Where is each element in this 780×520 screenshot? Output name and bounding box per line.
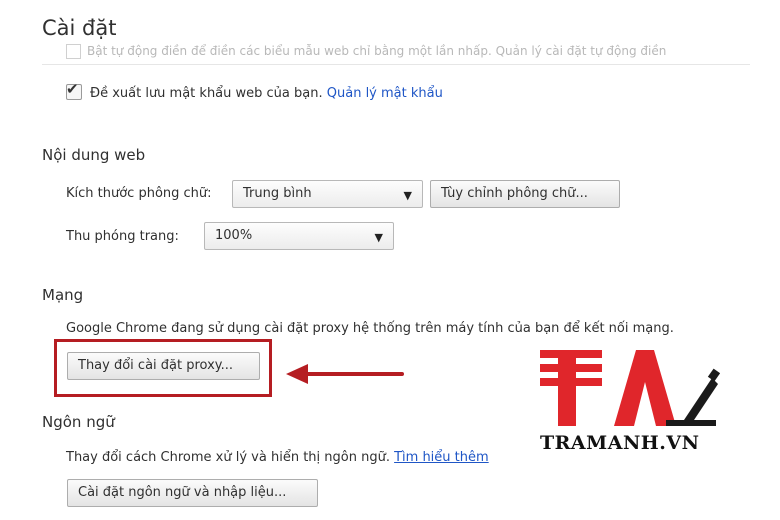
manage-passwords-link[interactable]: Quản lý mật khẩu [327,86,443,101]
autofill-checkbox[interactable] [66,44,81,59]
change-proxy-button[interactable]: Thay đổi cài đặt proxy... [67,352,260,380]
web-content-heading: Nội dung web [42,146,146,164]
page-zoom-select[interactable]: 100% ▼ [204,222,394,250]
font-size-select[interactable]: Trung bình ▼ [232,180,423,208]
save-passwords-label: Đề xuất lưu mật khẩu web của bạn. [90,86,323,101]
learn-more-link[interactable]: Tìm hiểu thêm [394,450,489,465]
network-heading: Mạng [42,286,84,304]
check-icon: ✔ [66,80,79,98]
dropdown-arrow-icon: ▼ [403,189,412,202]
network-description: Google Chrome đang sử dụng cài đặt proxy… [66,321,674,336]
page-zoom-value: 100% [215,228,253,243]
zoom-label: Thu phóng trang: [66,229,179,244]
font-size-value: Trung bình [243,186,312,201]
page-title: Cài đặt [42,16,117,40]
tramanh-logo-icon [540,350,720,426]
password-row: ✔ Đề xuất lưu mật khẩu web của bạn. Quản … [66,80,443,101]
arrow-pointer-icon [286,364,404,384]
save-passwords-checkbox[interactable]: ✔ [66,80,82,100]
language-settings-button[interactable]: Cài đặt ngôn ngữ và nhập liệu... [67,479,318,507]
languages-description-row: Thay đổi cách Chrome xử lý và hiển thị n… [66,450,489,465]
languages-description: Thay đổi cách Chrome xử lý và hiển thị n… [66,450,390,465]
languages-heading: Ngôn ngữ [42,413,115,431]
font-size-label: Kích thước phông chữ: [66,186,212,201]
customize-fonts-button[interactable]: Tùy chỉnh phông chữ... [430,180,620,208]
autofill-row-partial: Bật tự động điền để điền các biểu mẫu we… [66,44,766,66]
dropdown-arrow-icon: ▼ [374,231,383,244]
header-divider [42,64,750,65]
watermark-text: TRAMANH.VN [540,432,700,454]
